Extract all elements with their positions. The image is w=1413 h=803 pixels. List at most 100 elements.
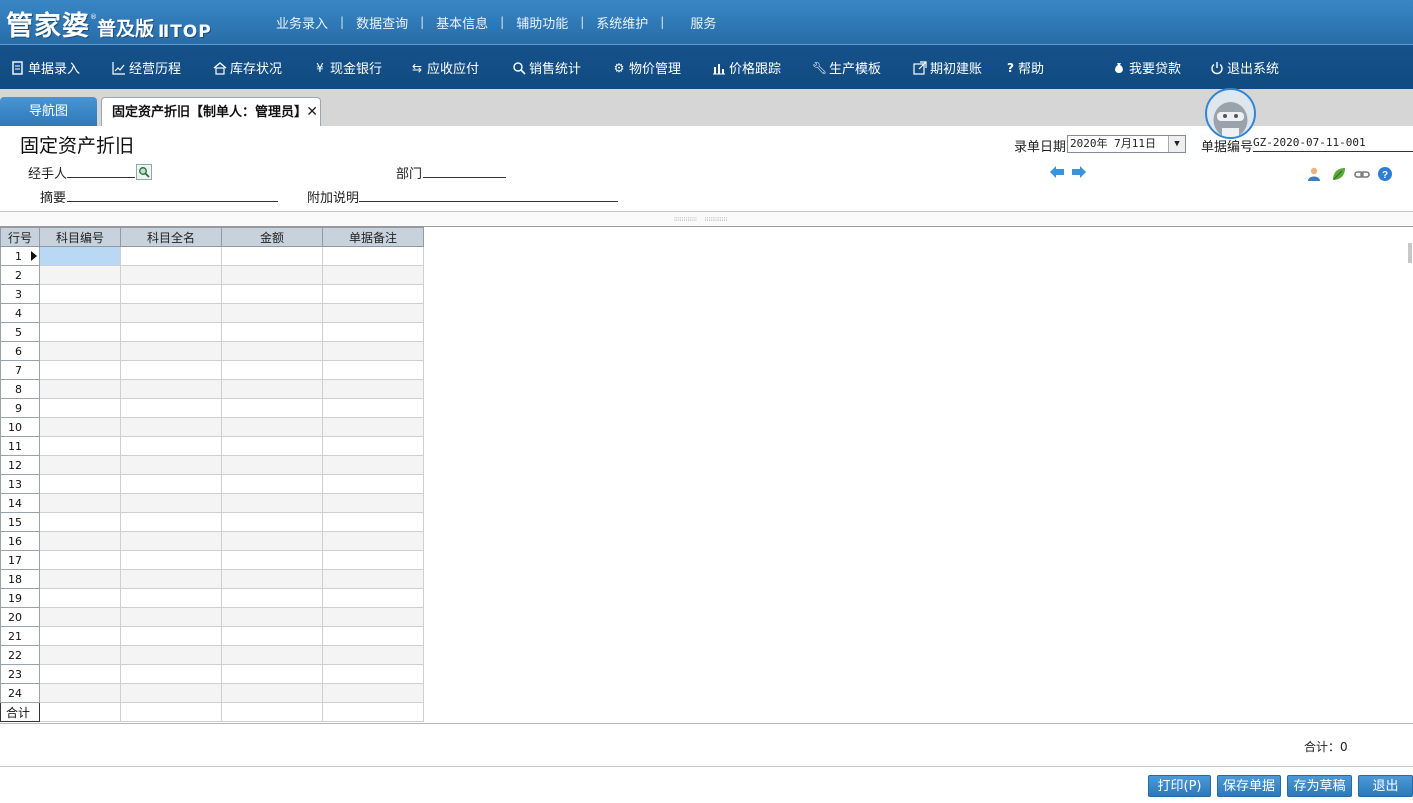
summary-input[interactable]	[67, 187, 278, 202]
row-number[interactable]: 14	[0, 493, 40, 513]
menu-item-exit-system[interactable]: 退出系统	[1210, 45, 1279, 90]
handler-search-button[interactable]	[136, 164, 152, 180]
table-cell[interactable]	[322, 246, 424, 266]
table-cell[interactable]	[120, 417, 222, 437]
table-cell[interactable]	[120, 303, 222, 323]
table-cell[interactable]	[39, 531, 121, 551]
table-cell[interactable]	[120, 474, 222, 494]
table-cell[interactable]	[120, 569, 222, 589]
table-cell[interactable]	[221, 645, 323, 665]
table-cell[interactable]	[120, 626, 222, 646]
table-cell[interactable]	[120, 284, 222, 304]
scrollbar[interactable]	[1408, 243, 1412, 263]
table-cell[interactable]	[221, 360, 323, 380]
menu-item-history[interactable]: 经营历程	[112, 45, 181, 90]
table-cell[interactable]	[322, 322, 424, 342]
arrow-right-icon[interactable]	[1071, 165, 1087, 179]
row-number[interactable]: 8	[0, 379, 40, 399]
table-cell[interactable]	[120, 246, 222, 266]
column-header-account-code[interactable]: 科目编号	[39, 227, 121, 247]
table-cell[interactable]	[39, 474, 121, 494]
date-picker[interactable]: 2020年 7月11日 ▼	[1067, 135, 1186, 153]
menu-item-price-track[interactable]: 价格跟踪	[712, 45, 781, 90]
menu-item-cash-bank[interactable]: ¥ 现金银行	[313, 45, 382, 90]
table-cell[interactable]	[322, 379, 424, 399]
print-button[interactable]: 打印(P)	[1148, 775, 1211, 797]
row-number[interactable]: 15	[0, 512, 40, 532]
table-cell[interactable]	[322, 645, 424, 665]
table-cell[interactable]	[322, 626, 424, 646]
user-icon[interactable]	[1306, 166, 1322, 182]
table-cell[interactable]	[322, 417, 424, 437]
table-cell[interactable]	[120, 398, 222, 418]
table-cell[interactable]	[39, 265, 121, 285]
leaf-icon[interactable]	[1331, 166, 1347, 182]
menu-item-production[interactable]: 🔧︎ 生产模板	[812, 45, 881, 90]
table-cell[interactable]	[120, 379, 222, 399]
menu-item-receivable[interactable]: ⇆ 应收应付	[410, 45, 479, 90]
table-cell[interactable]	[39, 322, 121, 342]
table-cell[interactable]	[221, 569, 323, 589]
table-cell[interactable]	[120, 607, 222, 627]
column-header-account-name[interactable]: 科目全名	[120, 227, 222, 247]
table-cell[interactable]	[39, 493, 121, 513]
dept-input[interactable]	[423, 163, 506, 178]
table-cell[interactable]	[221, 550, 323, 570]
table-cell[interactable]	[221, 455, 323, 475]
table-cell[interactable]	[221, 531, 323, 551]
table-cell[interactable]	[120, 265, 222, 285]
table-cell[interactable]	[322, 512, 424, 532]
table-cell[interactable]	[322, 588, 424, 608]
table-cell[interactable]	[120, 455, 222, 475]
table-cell[interactable]	[120, 683, 222, 703]
table-cell[interactable]	[120, 588, 222, 608]
table-cell[interactable]	[120, 341, 222, 361]
table-cell[interactable]	[120, 550, 222, 570]
table-cell[interactable]	[39, 664, 121, 684]
table-cell[interactable]	[39, 379, 121, 399]
table-cell[interactable]	[39, 360, 121, 380]
table-cell[interactable]	[221, 436, 323, 456]
menu-item-loan[interactable]: 我要贷款	[1112, 45, 1181, 90]
table-cell[interactable]	[39, 417, 121, 437]
table-cell[interactable]	[322, 284, 424, 304]
table-cell[interactable]	[322, 569, 424, 589]
table-cell[interactable]	[322, 303, 424, 323]
table-cell[interactable]	[322, 664, 424, 684]
row-number[interactable]: 4	[0, 303, 40, 323]
save-button[interactable]: 保存单据	[1217, 775, 1281, 797]
row-number[interactable]: 17	[0, 550, 40, 570]
table-cell[interactable]	[322, 436, 424, 456]
table-cell[interactable]	[221, 512, 323, 532]
table-cell[interactable]	[120, 645, 222, 665]
table-cell[interactable]	[322, 341, 424, 361]
table-cell[interactable]	[221, 417, 323, 437]
table-cell[interactable]	[221, 588, 323, 608]
row-number[interactable]: 19	[0, 588, 40, 608]
row-number[interactable]: 16	[0, 531, 40, 551]
table-cell[interactable]	[221, 626, 323, 646]
table-cell[interactable]	[221, 398, 323, 418]
top-menu-item-basic-info[interactable]: 基本信息	[424, 13, 500, 32]
splitter-handle[interactable]: ⁝⁝⁝⁝⁝⁝⁝⁝⁝⁝⁝⁝ ⁝⁝⁝⁝⁝⁝⁝⁝⁝⁝⁝⁝	[0, 211, 1413, 227]
table-cell[interactable]	[221, 607, 323, 627]
top-menu-item-entry[interactable]: 业务录入	[264, 13, 340, 32]
table-cell[interactable]	[120, 512, 222, 532]
avatar[interactable]	[1205, 88, 1256, 139]
menu-item-help[interactable]: ? 帮助	[1006, 45, 1044, 90]
table-cell[interactable]	[322, 360, 424, 380]
table-cell[interactable]	[322, 531, 424, 551]
table-cell[interactable]	[322, 265, 424, 285]
help-icon[interactable]: ?	[1377, 166, 1393, 182]
row-number[interactable]: 21	[0, 626, 40, 646]
table-cell[interactable]	[39, 645, 121, 665]
row-number[interactable]: 12	[0, 455, 40, 475]
row-number[interactable]: 2	[0, 265, 40, 285]
save-draft-button[interactable]: 存为草稿	[1287, 775, 1352, 797]
tab-fixed-asset-depreciation[interactable]: 固定资产折旧【制单人：管理员】 ✕	[101, 97, 321, 126]
table-cell[interactable]	[221, 303, 323, 323]
row-number[interactable]: 1	[0, 246, 40, 266]
row-number[interactable]: 5	[0, 322, 40, 342]
top-menu-item-service[interactable]: 服务	[664, 13, 728, 32]
table-cell[interactable]	[221, 284, 323, 304]
